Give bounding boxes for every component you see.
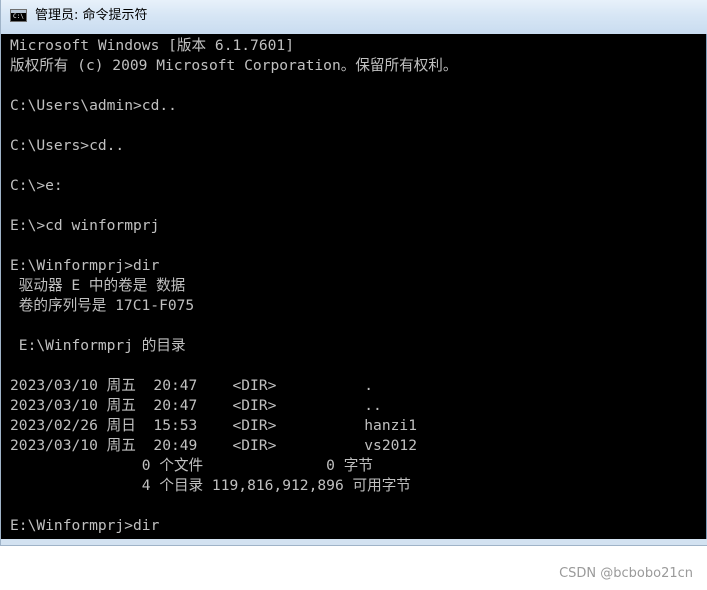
- console-line: C:\Users\admin>cd..: [10, 97, 177, 114]
- console-line: 0 个文件 0 字节: [10, 457, 373, 474]
- title-bar[interactable]: C:\ 管理员: 命令提示符: [1, 0, 707, 34]
- console-lines: Microsoft Windows [版本 6.1.7601] 版权所有 (c)…: [10, 36, 458, 536]
- console-line: Microsoft Windows [版本 6.1.7601]: [10, 37, 294, 54]
- console-line: 2023/03/10 周五 20:49 <DIR> vs2012: [10, 437, 417, 454]
- console-line: 2023/02/26 周日 15:53 <DIR> hanzi1: [10, 417, 417, 434]
- console-line: C:\>e:: [10, 177, 63, 194]
- watermark: CSDN @bcbobo21cn: [559, 566, 693, 581]
- console-line: 驱动器 E 中的卷是 数据: [10, 277, 186, 294]
- console-line: E:\Winformprj 的目录: [10, 337, 186, 354]
- console-line: 2023/03/10 周五 20:47 <DIR> .: [10, 377, 374, 394]
- cmd-icon[interactable]: C:\: [10, 9, 27, 22]
- cmd-icon-glyph: C:\: [13, 13, 24, 20]
- console-line: C:\Users>cd..: [10, 137, 125, 154]
- console-line: 2023/03/10 周五 20:47 <DIR> ..: [10, 397, 382, 414]
- console-output[interactable]: Microsoft Windows [版本 6.1.7601] 版权所有 (c)…: [1, 34, 707, 539]
- console-prompt-line[interactable]: E:\Winformprj>dir: [10, 516, 458, 536]
- console-line: 卷的序列号是 17C1-F075: [10, 297, 195, 314]
- console-line: E:\>cd winformprj: [10, 217, 160, 234]
- window-title: 管理员: 命令提示符: [35, 8, 148, 23]
- console-line: 4 个目录 119,816,912,896 可用字节: [10, 477, 411, 494]
- console-line: 版权所有 (c) 2009 Microsoft Corporation。保留所有…: [10, 57, 458, 74]
- cmd-window: C:\ 管理员: 命令提示符 Microsoft Windows [版本 6.1…: [0, 0, 707, 546]
- console-line: E:\Winformprj>dir: [10, 257, 160, 274]
